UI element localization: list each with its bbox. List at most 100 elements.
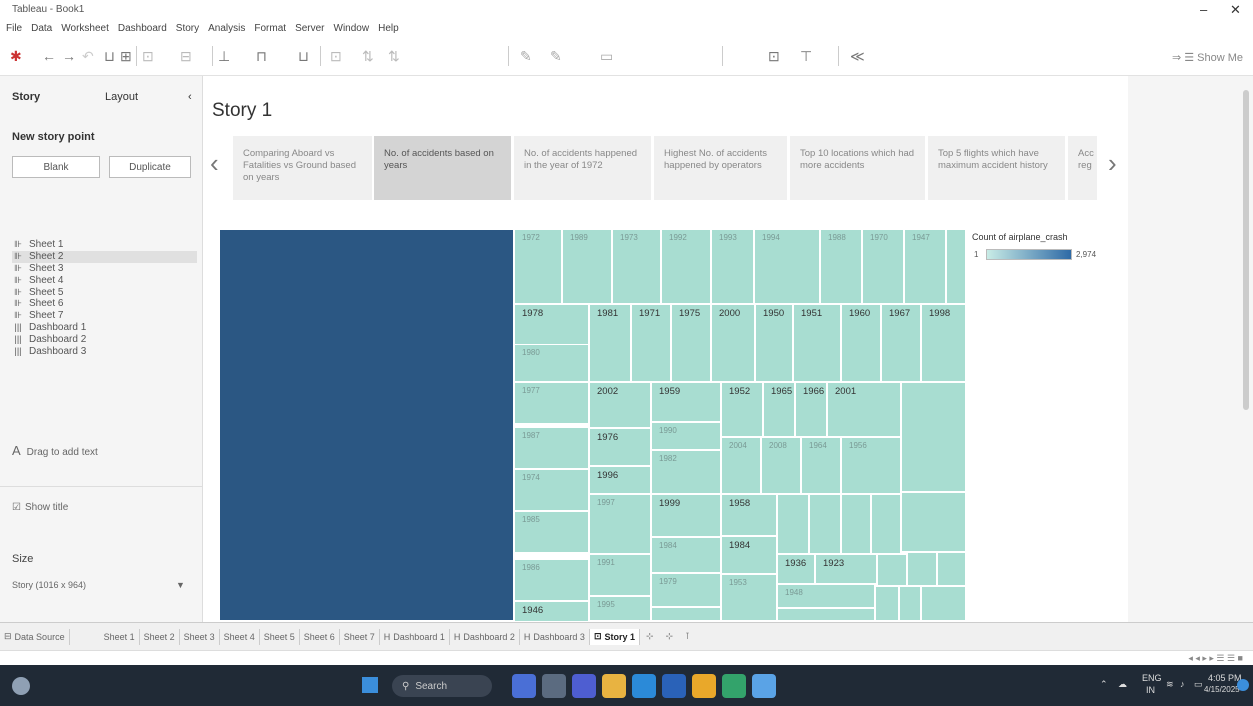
chevron-up-icon[interactable]: ⌃ xyxy=(1100,679,1108,690)
tooltip-icon[interactable]: ▭ xyxy=(600,48,613,65)
treemap-cell[interactable]: 1996 xyxy=(589,466,651,494)
search-box[interactable]: ⚲ Search xyxy=(392,675,492,697)
show-me-button[interactable]: ⇒ ☰ Show Me xyxy=(1172,51,1243,64)
tab-layout[interactable]: Layout xyxy=(105,91,138,103)
treemap-cell[interactable]: 1980 xyxy=(514,344,589,382)
chevron-down-icon[interactable]: ▼ xyxy=(176,580,185,590)
treemap-cell[interactable]: 1975 xyxy=(671,304,711,382)
tableau-logo-icon[interactable]: ✱ xyxy=(10,48,22,65)
lang-top[interactable]: ENG xyxy=(1142,673,1162,683)
treemap-cell[interactable]: 1979 xyxy=(651,573,721,607)
new-sheet-icon[interactable]: ⊡ xyxy=(142,48,154,65)
label-icon[interactable]: ⊡ xyxy=(330,48,342,65)
treemap-cell[interactable]: 1972 xyxy=(514,229,562,304)
treemap-cell[interactable]: 1988 xyxy=(820,229,862,304)
treemap-cell[interactable] xyxy=(777,608,875,621)
treemap-cell[interactable] xyxy=(871,494,901,554)
treemap-cell[interactable] xyxy=(651,607,721,621)
tab-sheet-7[interactable]: Sheet 7 xyxy=(340,628,380,645)
treemap-cell[interactable]: 1936 xyxy=(777,554,815,584)
treemap-cell[interactable]: 1923 xyxy=(815,554,877,584)
group-icon[interactable]: ⊔ xyxy=(298,48,309,65)
tab-story[interactable]: Story xyxy=(12,91,40,103)
cloud-icon[interactable]: ☁ xyxy=(1118,679,1127,690)
treemap-cell[interactable] xyxy=(841,494,871,554)
story-point-4[interactable]: Highest No. of accidents happened by ope… xyxy=(654,136,788,200)
previous-story-point-icon[interactable]: ‹ xyxy=(210,148,219,179)
menu-item-story[interactable]: Story xyxy=(176,23,199,34)
sheet-list-item[interactable]: ⊪ Sheet 2 xyxy=(12,250,197,263)
tab-sheet-2[interactable]: Sheet 2 xyxy=(140,628,180,645)
collapse-icon[interactable]: ‹ xyxy=(188,91,192,103)
duplicate-icon[interactable]: ⊟ xyxy=(180,48,192,65)
treemap-cell[interactable]: 1970 xyxy=(862,229,904,304)
treemap-cell[interactable]: 1998 xyxy=(921,304,966,382)
blank-button[interactable]: Blank xyxy=(12,156,100,178)
treemap-cell[interactable]: 1997 xyxy=(589,494,651,554)
battery-icon[interactable]: ▭ xyxy=(1194,679,1203,690)
close-button[interactable]: ✕ xyxy=(1230,2,1241,18)
treemap-cell[interactable]: 1984 xyxy=(721,536,777,574)
treemap-cell[interactable]: 1974 xyxy=(514,469,589,511)
next-story-point-icon[interactable]: › xyxy=(1108,148,1117,179)
file-explorer-icon[interactable] xyxy=(602,674,626,698)
treemap-cell[interactable]: 1995 xyxy=(589,596,651,621)
treemap-cell[interactable]: 1950 xyxy=(755,304,793,382)
share-icon[interactable]: ≪ xyxy=(850,48,865,65)
sheet-list-item[interactable]: ⊪ Sheet 5 xyxy=(12,286,197,298)
new-dashboard-icon[interactable]: ⊹ xyxy=(666,631,674,642)
sheet-list-item[interactable]: ⊪ Sheet 6 xyxy=(12,298,197,310)
lang-bottom[interactable]: IN xyxy=(1146,685,1155,695)
treemap-cell[interactable]: 1987 xyxy=(514,427,589,469)
treemap-cell[interactable]: 1981 xyxy=(589,304,631,382)
treemap-cell[interactable] xyxy=(219,229,514,621)
treemap-cell[interactable]: 1990 xyxy=(651,422,721,450)
tab-data-source[interactable]: ⊟ Data Source xyxy=(0,628,70,645)
highlight-icon[interactable]: ✎ xyxy=(520,48,532,65)
treemap-cell[interactable]: 1965 xyxy=(763,382,795,437)
duplicate-button[interactable]: Duplicate xyxy=(109,156,191,178)
drag-to-add-text[interactable]: A Drag to add text xyxy=(12,443,98,458)
fit-icon[interactable]: ⊡ xyxy=(768,48,780,65)
tableau-app-icon[interactable] xyxy=(752,674,776,698)
forward-icon[interactable]: → xyxy=(62,48,76,64)
menu-item-format[interactable]: Format xyxy=(254,23,286,34)
treemap-cell[interactable]: 1993 xyxy=(711,229,754,304)
story-point-2[interactable]: No. of accidents based on years xyxy=(374,136,512,200)
sheet-list-item[interactable]: ⊪ Sheet 4 xyxy=(12,274,197,286)
treemap-cell[interactable]: 1967 xyxy=(881,304,921,382)
treemap-cell[interactable]: 1959 xyxy=(651,382,721,422)
chrome-icon[interactable] xyxy=(692,674,716,698)
treemap-cell[interactable] xyxy=(777,494,809,554)
treemap-cell[interactable]: 1958 xyxy=(721,494,777,536)
treemap-cell[interactable] xyxy=(946,229,966,304)
new-worksheet-icon[interactable]: ⊹ xyxy=(646,631,654,642)
story-point-7[interactable]: Acc reg xyxy=(1068,136,1098,200)
treemap-cell[interactable]: 1956 xyxy=(841,437,901,494)
sheet-list-item[interactable]: ||| Dashboard 1 xyxy=(12,322,197,334)
treemap-cell[interactable]: 1952 xyxy=(721,382,763,437)
show-title-checkbox[interactable]: ☑ Show title xyxy=(12,502,68,513)
treemap-cell[interactable]: 1976 xyxy=(589,428,651,466)
story-point-6[interactable]: Top 5 flights which have maximum acciden… xyxy=(928,136,1066,200)
new-datasource-icon[interactable]: ⊞ xyxy=(120,48,132,65)
clock-time[interactable]: 4:05 PM xyxy=(1208,673,1242,683)
treemap-cell[interactable]: 1966 xyxy=(795,382,827,437)
vertical-scrollbar[interactable] xyxy=(1243,90,1249,410)
save-icon[interactable]: ⊔ xyxy=(104,48,115,65)
treemap-cell[interactable] xyxy=(921,586,966,621)
wifi-icon[interactable]: ≋ xyxy=(1166,679,1174,690)
copilot-icon[interactable] xyxy=(512,674,536,698)
tab-story-1[interactable]: ⊡ Story 1 xyxy=(589,628,640,645)
menu-item-analysis[interactable]: Analysis xyxy=(208,23,245,34)
sheet-list-item[interactable]: ⊪ Sheet 3 xyxy=(12,263,197,275)
treemap-cell[interactable]: 1991 xyxy=(589,554,651,596)
sheet-list-item[interactable]: ||| Dashboard 3 xyxy=(12,345,197,357)
sheet-list-item[interactable]: ||| Dashboard 2 xyxy=(12,333,197,345)
treemap-cell[interactable]: 1964 xyxy=(801,437,841,494)
tab-sheet-3[interactable]: Sheet 3 xyxy=(180,628,220,645)
treemap-cell[interactable]: 1947 xyxy=(904,229,946,304)
treemap-cell[interactable]: 1992 xyxy=(661,229,711,304)
menu-item-window[interactable]: Window xyxy=(334,23,370,34)
treemap-cell[interactable]: 1948 xyxy=(777,584,875,608)
